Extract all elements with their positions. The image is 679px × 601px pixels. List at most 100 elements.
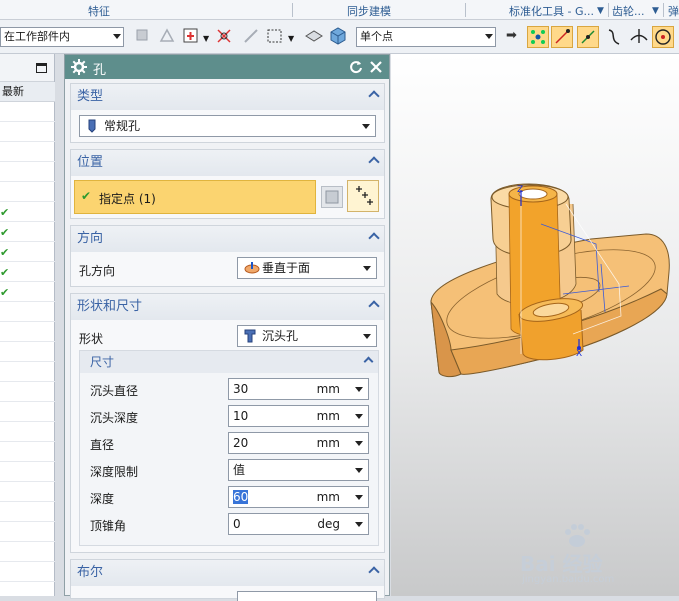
navigator-row[interactable] [0, 142, 55, 162]
ribbon-group-sync-modeling[interactable]: 同步建模 [347, 3, 391, 19]
navigator-row[interactable] [0, 362, 55, 382]
tangent-curve-icon[interactable] [603, 26, 625, 48]
navigator-row[interactable]: ✔ [0, 222, 55, 242]
hole-direction-select[interactable]: 垂直于面 [237, 257, 377, 279]
gear-icon[interactable] [71, 59, 87, 75]
snap-point-icon[interactable] [182, 27, 200, 45]
navigator-row[interactable] [0, 162, 55, 182]
navigator-row[interactable] [0, 462, 55, 482]
ribbon-separator [663, 3, 664, 17]
snap-midpoint-button[interactable] [577, 26, 599, 48]
dimension-unit: mm [316, 490, 340, 504]
navigator-row[interactable] [0, 122, 55, 142]
hole-shape-select[interactable]: 沉头孔 [237, 325, 377, 347]
selection-toolbar: 在工作部件内 ▼ ▼ 单个点 ➡ [0, 20, 679, 54]
direction-section: 方向 孔方向 垂直于面 [70, 225, 385, 287]
collapse-chevron-icon[interactable] [368, 156, 380, 168]
dimension-input[interactable]: 20 mm [228, 432, 369, 454]
snap-endpoint-button[interactable] [551, 26, 573, 48]
navigator-row[interactable] [0, 542, 55, 562]
close-icon[interactable] [369, 60, 383, 74]
collapse-chevron-icon[interactable] [368, 232, 380, 244]
navigator-row[interactable] [0, 342, 55, 362]
dimension-input[interactable]: 30 mm [228, 378, 369, 400]
rectangle-select-icon[interactable] [266, 27, 284, 45]
dimension-input[interactable]: 值 [228, 459, 369, 481]
ribbon-dropdown-icon[interactable]: ▼ [652, 6, 659, 16]
ribbon-dropdown-icon[interactable]: ▼ [597, 6, 604, 16]
snap-mode-combo[interactable]: 单个点 [356, 27, 496, 47]
navigator-row[interactable] [0, 422, 55, 442]
chevron-down-icon[interactable] [355, 495, 363, 500]
navigator-row[interactable] [0, 482, 55, 502]
specify-point-row[interactable]: ✔ 指定点 (1) [74, 180, 316, 214]
dimension-input[interactable]: 60 mm [228, 486, 369, 508]
chevron-down-icon[interactable] [355, 441, 363, 446]
intersection-point-icon[interactable] [214, 26, 234, 46]
collapse-chevron-icon[interactable] [368, 90, 380, 102]
snap-grid-points-button[interactable] [527, 26, 549, 48]
select-face-icon[interactable] [158, 27, 176, 45]
ribbon-group-standard-tools[interactable]: 标准化工具 - G... [509, 3, 594, 19]
dimension-input[interactable]: 0 deg [228, 513, 369, 535]
boolean-select[interactable] [237, 591, 377, 601]
navigator-row[interactable]: ✔ [0, 202, 55, 222]
chevron-down-icon[interactable] [355, 522, 363, 527]
arrow-right-icon[interactable]: ➡ [506, 28, 517, 43]
dimension-value[interactable]: 10 [233, 409, 248, 423]
navigator-row[interactable]: ✔ [0, 262, 55, 282]
dimension-value[interactable]: 60 [233, 490, 249, 504]
snap-center-button[interactable] [652, 26, 674, 48]
chevron-down-icon[interactable] [355, 387, 363, 392]
maximize-icon[interactable] [36, 63, 47, 73]
navigator-row[interactable] [0, 302, 55, 322]
ribbon-group-features[interactable]: 特征 [88, 3, 110, 19]
navigator-row[interactable] [0, 442, 55, 462]
cube-icon[interactable] [328, 26, 348, 46]
dimension-value[interactable]: 30 [233, 382, 248, 396]
direction-section-header[interactable]: 方向 [71, 226, 384, 252]
shape-section-header[interactable]: 形状和尺寸 [71, 294, 384, 320]
point-dialog-button[interactable] [347, 180, 379, 212]
dimension-value[interactable]: 0 [233, 517, 241, 531]
hole-type-value: 常规孔 [104, 119, 141, 133]
column-header-latest[interactable]: 最新 [0, 82, 55, 102]
navigator-row[interactable] [0, 522, 55, 542]
chevron-down-icon[interactable]: ▼ [288, 34, 294, 43]
navigator-row[interactable] [0, 562, 55, 582]
dimension-value[interactable]: 值 [233, 463, 245, 477]
collapse-chevron-icon[interactable] [368, 300, 380, 312]
collapse-chevron-icon[interactable] [363, 356, 374, 367]
select-feature-icon[interactable] [134, 27, 152, 45]
part-navigator: 最新 ✔ ✔ ✔ ✔ ✔ [0, 54, 55, 596]
type-section-header[interactable]: 类型 [71, 84, 384, 110]
solid-body-icon[interactable] [304, 27, 324, 45]
position-section-header[interactable]: 位置 [71, 150, 384, 176]
scope-filter-combo[interactable]: 在工作部件内 [0, 27, 124, 47]
dimension-input[interactable]: 10 mm [228, 405, 369, 427]
boolean-section-header[interactable]: 布尔 [71, 560, 384, 586]
perpendicular-icon[interactable] [628, 26, 650, 48]
navigator-row[interactable]: ✔ [0, 282, 55, 302]
part-model[interactable]: Z X [391, 54, 679, 596]
select-edge-icon[interactable] [242, 27, 260, 45]
chevron-down-icon[interactable] [355, 468, 363, 473]
dimension-value[interactable]: 20 [233, 436, 248, 450]
chevron-down-icon[interactable] [355, 414, 363, 419]
chevron-down-icon[interactable]: ▼ [203, 34, 209, 43]
collapse-chevron-icon[interactable] [368, 566, 380, 578]
graphics-viewport[interactable]: Z X [391, 54, 679, 596]
navigator-row[interactable] [0, 182, 55, 202]
navigator-row[interactable] [0, 322, 55, 342]
hole-type-select[interactable]: 常规孔 [79, 115, 376, 137]
navigator-row[interactable] [0, 502, 55, 522]
ribbon-group-gear[interactable]: 齿轮... [612, 3, 645, 19]
ribbon-group-spring[interactable]: 弹 [668, 3, 679, 19]
dimensions-header[interactable]: 尺寸 [80, 351, 378, 373]
reset-icon[interactable] [349, 60, 363, 74]
navigator-row[interactable] [0, 102, 55, 122]
navigator-row[interactable]: ✔ [0, 242, 55, 262]
navigator-row[interactable] [0, 402, 55, 422]
sketch-section-button[interactable] [321, 186, 343, 208]
navigator-row[interactable] [0, 382, 55, 402]
